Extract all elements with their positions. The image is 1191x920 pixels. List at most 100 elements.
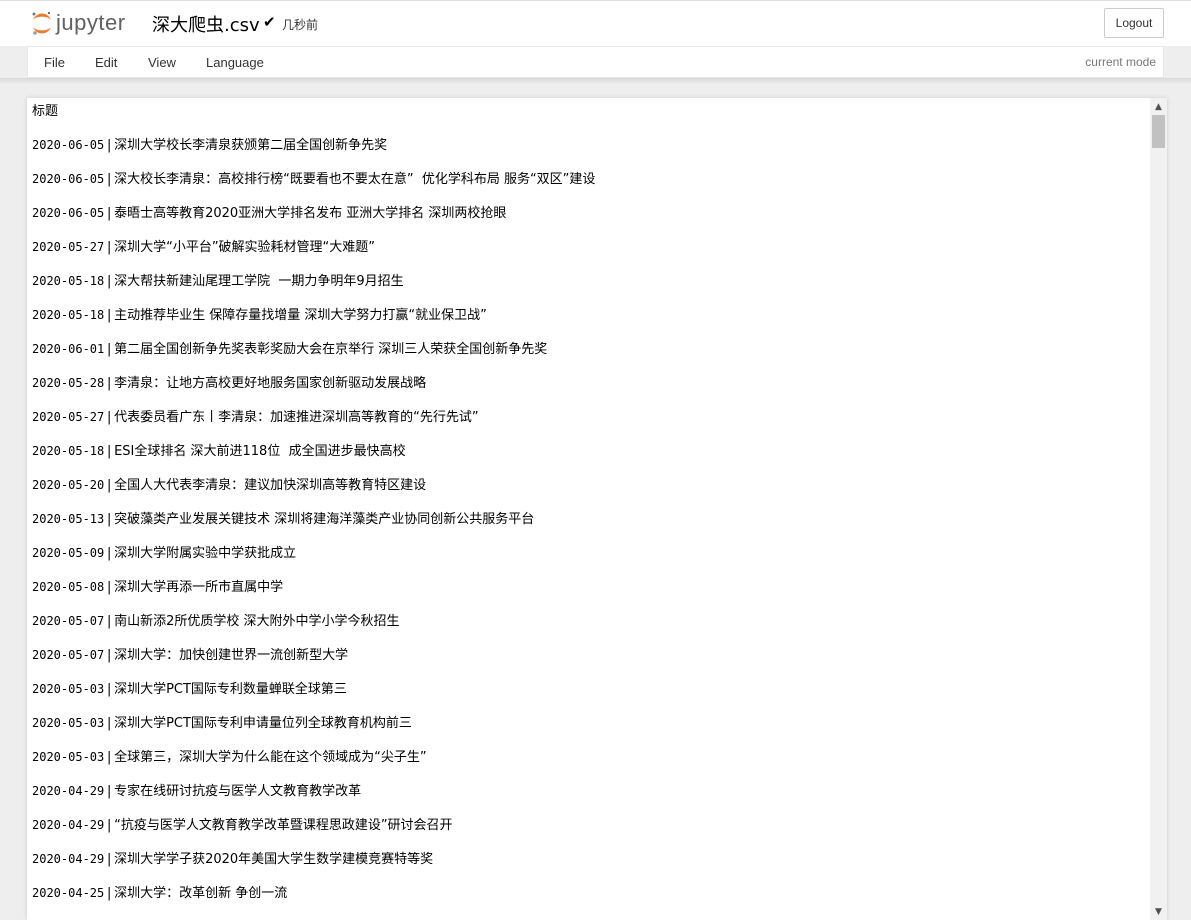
- checkmark-icon: ✔: [263, 13, 276, 31]
- csv-line[interactable]: 2020-05-08|深圳大学再添一所市直属中学: [32, 577, 1147, 611]
- csv-line-title: 全球第三，深圳大学为什么能在这个领域成为“尖子生”: [114, 750, 427, 765]
- csv-line-title: 南山新添2所优质学校 深大附外中学小学今秋招生: [114, 614, 400, 629]
- scroll-down-arrow-icon[interactable]: ▼: [1150, 903, 1167, 920]
- csv-line-title: ESI全球排名 深大前进118位 成全国进步最快高校: [114, 444, 406, 459]
- csv-separator: |: [105, 512, 114, 527]
- csv-line[interactable]: 2020-06-05|深圳大学校长李清泉获颁第二届全国创新争先奖: [32, 135, 1147, 169]
- csv-line[interactable]: 2020-05-27|深圳大学“小平台”破解实验耗材管理“大难题”: [32, 237, 1147, 271]
- csv-line[interactable]: 2020-05-18|深大帮扶新建汕尾理工学院 一期力争明年9月招生: [32, 271, 1147, 305]
- csv-separator: |: [105, 444, 114, 459]
- notebook-title[interactable]: 深大爬虫.csv: [152, 11, 260, 37]
- csv-separator: |: [105, 308, 114, 323]
- csv-separator: |: [105, 240, 114, 255]
- menu-file[interactable]: File: [44, 55, 65, 70]
- csv-line[interactable]: 2020-05-13|突破藻类产业发展关键技术 深圳将建海洋藻类产业协同创新公共…: [32, 509, 1147, 543]
- csv-line[interactable]: 2020-04-25|深圳大学：改革创新 争创一流: [32, 883, 1147, 917]
- csv-separator: |: [105, 546, 114, 561]
- csv-line-title: 深圳大学：改革创新 争创一流: [114, 886, 288, 901]
- csv-line-date: 2020-04-29: [32, 784, 105, 798]
- csv-line-date: 2020-06-05: [32, 172, 105, 186]
- header: jupyter 深大爬虫.csv ✔ 几秒前 Logout: [0, 0, 1191, 46]
- csv-line-title: 主动推荐毕业生 保障存量找增量 深圳大学努力打赢“就业保卫战”: [114, 308, 487, 323]
- csv-line-title: 深圳大学学子获2020年美国大学生数学建模竞赛特等奖: [114, 852, 434, 867]
- csv-separator: |: [105, 410, 114, 425]
- csv-line[interactable]: 2020-04-29|深圳大学学子获2020年美国大学生数学建模竞赛特等奖: [32, 849, 1147, 883]
- csv-line-date: 2020-05-08: [32, 580, 105, 594]
- csv-line[interactable]: 2020-04-29|“抗疫与医学人文教育教学改革暨课程思政建设”研讨会召开: [32, 815, 1147, 849]
- csv-line-title: 深圳大学附属实验中学获批成立: [114, 546, 297, 561]
- csv-separator: |: [105, 274, 114, 289]
- menu-language[interactable]: Language: [206, 55, 264, 70]
- csv-line-title: 泰晤士高等教育2020亚洲大学排名发布 亚洲大学排名 深圳两校抢眼: [114, 206, 507, 221]
- csv-line-date: 2020-05-03: [32, 716, 105, 730]
- csv-line-title: 深圳大学：加快创建世界一流创新型大学: [114, 648, 349, 663]
- csv-line-date: 2020-04-29: [32, 852, 105, 866]
- jupyter-logo[interactable]: jupyter: [30, 7, 126, 39]
- csv-line-title: 突破藻类产业发展关键技术 深圳将建海洋藻类产业协同创新公共服务平台: [114, 512, 535, 527]
- csv-line-title: 深圳大学PCT国际专利申请量位列全球教育机构前三: [114, 716, 412, 731]
- csv-separator: |: [105, 172, 114, 187]
- jupyter-logo-text: jupyter: [56, 10, 126, 35]
- csv-separator: |: [105, 852, 114, 867]
- csv-line[interactable]: 2020-05-09|深圳大学附属实验中学获批成立: [32, 543, 1147, 577]
- csv-line[interactable]: 2020-05-07|南山新添2所优质学校 深大附外中学小学今秋招生: [32, 611, 1147, 645]
- vertical-scrollbar[interactable]: ▲ ▼: [1150, 98, 1167, 920]
- csv-header-line[interactable]: 标题: [32, 101, 1147, 135]
- scroll-up-arrow-icon[interactable]: ▲: [1150, 98, 1167, 115]
- csv-separator: |: [105, 376, 114, 391]
- csv-line-date: 2020-05-03: [32, 682, 105, 696]
- csv-line-title: 深圳大学再添一所市直属中学: [114, 580, 284, 595]
- csv-line-date: 2020-06-01: [32, 342, 105, 356]
- csv-separator: |: [105, 478, 114, 493]
- csv-line-date: 2020-05-13: [32, 512, 105, 526]
- scroll-thumb[interactable]: [1152, 115, 1165, 148]
- csv-line[interactable]: 2020-05-18|ESI全球排名 深大前进118位 成全国进步最快高校: [32, 441, 1147, 475]
- editor-lines[interactable]: 标题 2020-06-05|深圳大学校长李清泉获颁第二届全国创新争先奖 2020-…: [32, 101, 1147, 917]
- csv-line-title: 代表委员看广东丨李清泉：加速推进深圳高等教育的“先行先试”: [114, 410, 479, 425]
- csv-line-title: 深圳大学校长李清泉获颁第二届全国创新争先奖: [114, 138, 388, 153]
- csv-line-title: 李清泉：让地方高校更好地服务国家创新驱动发展战略: [114, 376, 427, 391]
- csv-line-date: 2020-05-18: [32, 308, 105, 322]
- csv-line-date: 2020-05-07: [32, 648, 105, 662]
- logout-button[interactable]: Logout: [1104, 8, 1164, 38]
- csv-line-date: 2020-05-03: [32, 750, 105, 764]
- csv-separator: |: [105, 716, 114, 731]
- csv-line[interactable]: 2020-04-29|专家在线研讨抗疫与医学人文教育教学改革: [32, 781, 1147, 815]
- mode-indicator: current mode: [1085, 55, 1156, 69]
- csv-line-date: 2020-06-05: [32, 138, 105, 152]
- menu-view[interactable]: View: [148, 55, 176, 70]
- csv-line[interactable]: 2020-06-01|第二届全国创新争先奖表彰奖励大会在京举行 深圳三人荣获全国…: [32, 339, 1147, 373]
- csv-line-date: 2020-05-18: [32, 274, 105, 288]
- csv-line[interactable]: 2020-06-05|深大校长李清泉：高校排行榜“既要看也不要太在意” 优化学科…: [32, 169, 1147, 203]
- csv-line[interactable]: 2020-05-03|深圳大学PCT国际专利数量蝉联全球第三: [32, 679, 1147, 713]
- csv-line[interactable]: 2020-05-27|代表委员看广东丨李清泉：加速推进深圳高等教育的“先行先试”: [32, 407, 1147, 441]
- csv-separator: |: [105, 886, 114, 901]
- text-editor[interactable]: 标题 2020-06-05|深圳大学校长李清泉获颁第二届全国创新争先奖 2020-…: [27, 98, 1167, 920]
- csv-line-title: 第二届全国创新争先奖表彰奖励大会在京举行 深圳三人荣获全国创新争先奖: [114, 342, 548, 357]
- csv-separator: |: [105, 580, 114, 595]
- csv-separator: |: [105, 784, 114, 799]
- csv-separator: |: [105, 818, 114, 833]
- csv-separator: |: [105, 342, 114, 357]
- csv-line[interactable]: 2020-05-28|李清泉：让地方高校更好地服务国家创新驱动发展战略: [32, 373, 1147, 407]
- csv-separator: |: [105, 206, 114, 221]
- csv-line[interactable]: 2020-05-07|深圳大学：加快创建世界一流创新型大学: [32, 645, 1147, 679]
- csv-line-date: 2020-06-05: [32, 206, 105, 220]
- csv-line[interactable]: 2020-05-18|主动推荐毕业生 保障存量找增量 深圳大学努力打赢“就业保卫…: [32, 305, 1147, 339]
- csv-line[interactable]: 2020-06-05|泰晤士高等教育2020亚洲大学排名发布 亚洲大学排名 深圳…: [32, 203, 1147, 237]
- csv-separator: |: [105, 750, 114, 765]
- csv-line-title: 深大帮扶新建汕尾理工学院 一期力争明年9月招生: [114, 274, 404, 289]
- csv-line[interactable]: 2020-05-03|全球第三，深圳大学为什么能在这个领域成为“尖子生”: [32, 747, 1147, 781]
- csv-line-date: 2020-04-25: [32, 886, 105, 900]
- header-shadow: [0, 78, 1191, 84]
- menu-edit[interactable]: Edit: [95, 55, 117, 70]
- csv-line-title: 深圳大学PCT国际专利数量蝉联全球第三: [114, 682, 347, 697]
- csv-line[interactable]: 2020-05-03|深圳大学PCT国际专利申请量位列全球教育机构前三: [32, 713, 1147, 747]
- csv-line-date: 2020-05-18: [32, 444, 105, 458]
- csv-separator: |: [105, 682, 114, 697]
- csv-line-date: 2020-05-27: [32, 240, 105, 254]
- csv-separator: |: [105, 648, 114, 663]
- jupyter-logo-icon: [30, 9, 54, 37]
- csv-line[interactable]: 2020-05-20|全国人大代表李清泉：建议加快深圳高等教育特区建设: [32, 475, 1147, 509]
- csv-line-title: 专家在线研讨抗疫与医学人文教育教学改革: [114, 784, 362, 799]
